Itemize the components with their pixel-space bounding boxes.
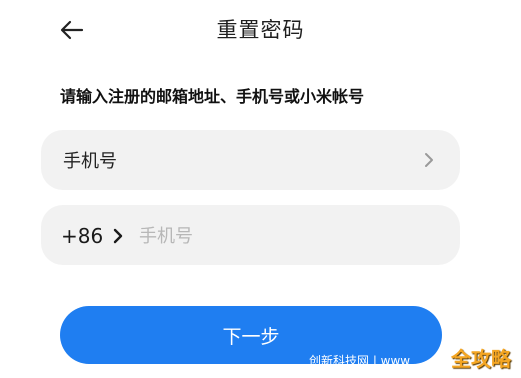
chevron-right-icon (425, 153, 433, 167)
account-type-selector[interactable]: 手机号 (41, 130, 460, 190)
country-code-selector[interactable]: +86 (61, 223, 125, 249)
phone-field: +86 (41, 205, 460, 265)
instruction-text: 请输入注册的邮箱地址、手机号或小米帐号 (60, 87, 365, 106)
page-title: 重置密码 (216, 18, 305, 42)
account-type-label: 手机号 (63, 151, 117, 172)
chevron-right-icon (114, 228, 123, 244)
phone-number-input[interactable] (137, 220, 401, 252)
watermark-text: 创新科技网 | www (309, 354, 411, 368)
watermark-logo: 全攻略 (451, 347, 511, 371)
country-code: +86 (61, 224, 104, 248)
